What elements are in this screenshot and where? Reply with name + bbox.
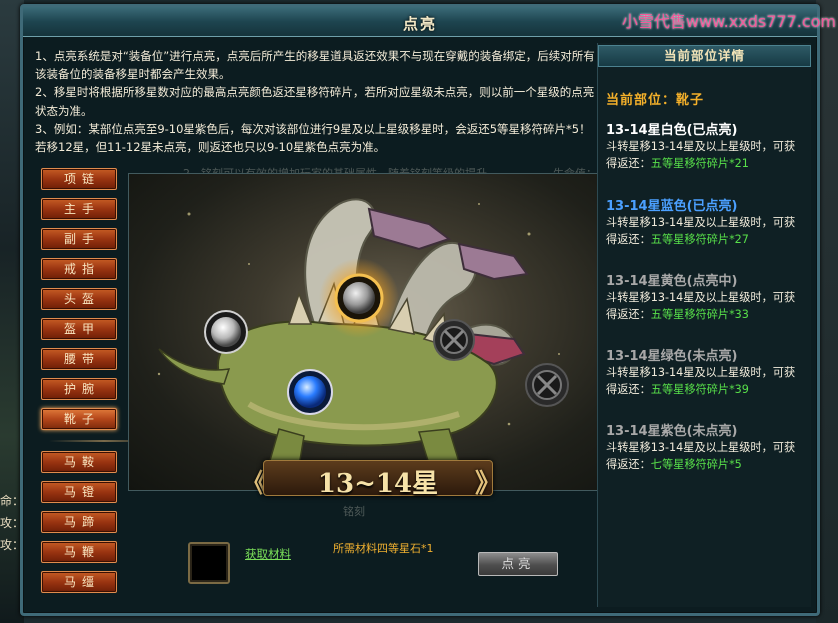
entry-prefix: 得返还： [606,233,651,246]
entry-title: 13-14星紫色(未点亮) [606,424,738,439]
material-slot[interactable] [188,542,230,584]
intro-text: 1、点亮系统是对“装备位”进行点亮，点亮后所产生的移星道具返还效果不与现在穿戴的… [35,47,597,156]
intro-line-1: 1、点亮系统是对“装备位”进行点亮，点亮后所产生的移星道具返还效果不与现在穿戴的… [35,49,595,82]
entry-reward: 七等星移符碎片*5 [650,458,742,471]
entry-white: 13-14星白色(已点亮) 斗转星移13-14星及以上星级时，可获 得返还：五等… [606,119,810,172]
entry-prefix: 得返还： [606,157,651,170]
entry-desc: 斗转星移13-14星及以上星级时，可获 [606,216,796,229]
entry-prefix: 得返还： [606,458,651,471]
slot-button[interactable]: 马镫 [41,481,117,503]
entry-desc: 斗转星移13-14星及以上星级时，可获 [606,291,796,304]
side-label: 攻： [0,516,25,530]
entry-reward: 五等星移符碎片*39 [650,383,749,396]
white-node[interactable] [204,310,248,354]
material-bar: 获取材料 所需材料四等星石*1 点亮 [148,527,620,589]
blue-node[interactable] [287,369,333,415]
intro-line-3: 3、例如：某部位点亮至9-10星紫色后，每次对该部位进行9星及以上星级移星时，会… [35,121,591,155]
watermark: 小雪代售www.xxds777.com [621,12,836,31]
get-material-link[interactable]: 获取材料 [245,546,291,562]
star-level-banner: 13~14星 [263,460,493,499]
entry-desc: 斗转星移13-14星及以上星级时，可获 [606,441,796,454]
side-label: 攻： [0,538,25,552]
entry-blue: 13-14星蓝色(已点亮) 斗转星移13-14星及以上星级时，可获 得返还：五等… [606,195,810,248]
entry-reward: 五等星移符碎片*27 [650,233,749,246]
light-nodes [204,273,569,415]
beast-artwork [128,173,598,491]
star-level-text: 13~14星 [317,469,439,499]
slot-button[interactable]: 护腕 [41,378,117,400]
entry-reward: 五等星移符碎片*33 [650,308,749,321]
slot-button[interactable]: 项链 [41,168,117,190]
green-node[interactable] [433,319,475,361]
light-up-button[interactable]: 点亮 [478,552,558,576]
yellow-node[interactable] [334,273,384,323]
chevron-right-icon: 》 [475,469,502,499]
entry-purple: 13-14星紫色(未点亮) 斗转星移13-14星及以上星级时，可获 得返还：七等… [606,420,810,473]
entry-title: 13-14星绿色(未点亮) [606,349,738,364]
side-label: 命： [0,494,25,508]
entry-prefix: 得返还： [606,308,651,321]
current-part: 当前部位：靴子 [606,93,705,108]
slot-button[interactable]: 主手 [41,198,117,220]
entry-prefix: 得返还： [606,383,651,396]
purple-node[interactable] [525,363,569,407]
light-up-window: 点亮 1、点亮系统是对“装备位”进行点亮，点亮后所产生的移星道具返还效果不与现在… [20,4,820,616]
entry-yellow: 13-14星黄色(点亮中) 斗转星移13-14星及以上星级时，可获 得返还：五等… [606,270,810,323]
slot-button[interactable]: 头盔 [41,288,117,310]
slot-button[interactable]: 戒指 [41,258,117,280]
slot-button[interactable]: 马鞍 [41,451,117,473]
ghost-text: 铭刻 [343,505,365,518]
slot-button[interactable]: 盔甲 [41,318,117,340]
detail-panel: 当前部位详情 当前部位：靴子 13-14星白色(已点亮) 斗转星移13-14星及… [597,43,811,607]
detail-header: 当前部位详情 [598,45,811,67]
entry-title: 13-14星白色(已点亮) [606,123,738,138]
required-material: 所需材料四等星石*1 [333,542,434,555]
slot-button[interactable]: 副手 [41,228,117,250]
entry-reward: 五等星移符碎片*21 [650,157,749,170]
slot-button[interactable]: 马缰 [41,571,117,593]
slot-button[interactable]: 马鞭 [41,541,117,563]
entry-green: 13-14星绿色(未点亮) 斗转星移13-14星及以上星级时，可获 得返还：五等… [606,345,810,398]
intro-line-2: 2、移星时将根据所移星数对应的最高点亮颜色返还星移符碎片，若所对应星级未点亮，则… [35,85,595,118]
entry-desc: 斗转星移13-14星及以上星级时，可获 [606,140,796,153]
slot-button[interactable]: 腰带 [41,348,117,370]
entry-title: 13-14星黄色(点亮中) [606,274,738,289]
slot-button-active[interactable]: 靴子 [41,408,117,430]
entry-title: 13-14星蓝色(已点亮) [606,199,738,214]
slot-button[interactable]: 马蹄 [41,511,117,533]
entry-desc: 斗转星移13-14星及以上星级时，可获 [606,366,796,379]
